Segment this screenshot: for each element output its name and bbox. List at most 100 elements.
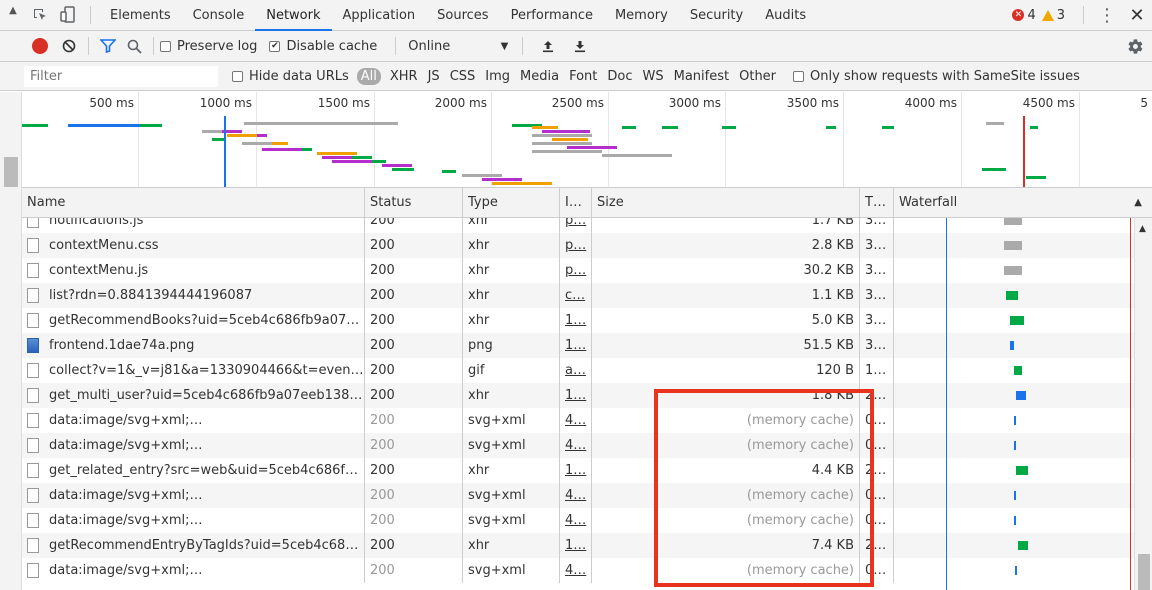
table-row[interactable]: frontend.1dae74a.png 200 png 1… 51.5 KB 3… (22, 333, 1134, 358)
overview-request-bar (492, 182, 552, 185)
request-initiator[interactable]: 1… (560, 308, 592, 333)
type-filter-other[interactable]: Other (734, 69, 781, 84)
filter-icon[interactable] (95, 31, 121, 62)
tab-security[interactable]: Security (679, 0, 754, 31)
export-har-icon[interactable] (567, 31, 593, 62)
clear-icon[interactable] (56, 31, 82, 62)
overview-gridline (608, 92, 609, 187)
tab-sources[interactable]: Sources (426, 0, 499, 31)
type-filter-css[interactable]: CSS (445, 69, 481, 84)
hide-data-urls-checkbox[interactable]: Hide data URLs (232, 69, 349, 84)
preserve-log-checkbox[interactable]: Preserve log (160, 39, 257, 54)
table-row[interactable]: data:image/svg+xml;… 200 svg+xml 4… (memory … (22, 508, 1134, 533)
inspect-element-icon[interactable] (26, 0, 54, 31)
throttling-select[interactable]: Online ▼ (408, 39, 508, 54)
table-row[interactable]: data:image/svg+xml;… 200 svg+xml 4… (memory … (22, 558, 1134, 583)
type-filter-media[interactable]: Media (515, 69, 564, 84)
document-file-icon (27, 513, 39, 528)
tab-memory[interactable]: Memory (604, 0, 679, 31)
type-filter-ws[interactable]: WS (638, 69, 669, 84)
panel-tabs: Elements Console Network Application Sources… (99, 0, 817, 31)
tab-application[interactable]: Application (332, 0, 427, 31)
column-header-size[interactable]: Size (592, 188, 860, 218)
waterfall-bar (1015, 566, 1017, 575)
search-icon[interactable] (121, 31, 147, 62)
request-type: svg+xml (463, 483, 560, 508)
tab-network[interactable]: Network (255, 0, 332, 31)
column-header-type[interactable]: Type (463, 188, 560, 218)
checkbox-unchecked[interactable] (232, 70, 243, 82)
table-row[interactable]: get_related_entry?src=web&uid=5ceb4c686f… (22, 458, 1134, 483)
request-initiator[interactable]: 1… (560, 458, 592, 483)
type-filter-all[interactable]: All (356, 67, 381, 85)
table-row[interactable]: data:image/svg+xml;… 200 svg+xml 4… (memory … (22, 433, 1134, 458)
timeline-overview[interactable]: 500 ms 1000 ms 1500 ms 2000 ms 2500 ms 3000 m… (22, 92, 1152, 188)
caret-up-icon[interactable]: ▲ (0, 5, 26, 16)
request-initiator[interactable]: 4… (560, 433, 592, 458)
type-filter-xhr[interactable]: XHR (385, 69, 423, 84)
scroll-up-icon[interactable]: ▲ (1139, 224, 1146, 234)
close-icon[interactable]: ✕ (1122, 5, 1152, 26)
disable-cache-checkbox[interactable]: ✔ Disable cache (269, 39, 377, 54)
table-row[interactable]: data:image/svg+xml;… 200 svg+xml 4… (memory … (22, 483, 1134, 508)
request-initiator[interactable]: 4… (560, 558, 592, 583)
request-initiator[interactable]: a… (560, 358, 592, 383)
request-initiator[interactable]: 4… (560, 408, 592, 433)
vertical-scrollbar[interactable]: ▲ (1134, 218, 1152, 590)
request-initiator[interactable]: 1… (560, 533, 592, 558)
request-name: data:image/svg+xml;… (22, 558, 365, 583)
request-initiator[interactable]: 1… (560, 383, 592, 408)
request-initiator[interactable]: 4… (560, 483, 592, 508)
request-initiator[interactable]: p… (560, 218, 592, 233)
type-filter-font[interactable]: Font (564, 69, 602, 84)
type-filter-img[interactable]: Img (480, 69, 515, 84)
request-status: 200 (365, 483, 463, 508)
column-header-status[interactable]: Status (365, 188, 463, 218)
request-initiator[interactable]: c… (560, 283, 592, 308)
more-options-icon[interactable]: ⋮ (1092, 5, 1122, 26)
request-initiator[interactable]: p… (560, 258, 592, 283)
filter-input[interactable] (24, 65, 218, 87)
type-filter-doc[interactable]: Doc (602, 69, 637, 84)
request-waterfall (894, 508, 1134, 533)
table-row[interactable]: data:image/svg+xml;… 200 svg+xml 4… (memory … (22, 408, 1134, 433)
samesite-checkbox[interactable]: Only show requests with SameSite issues (793, 69, 1080, 84)
table-row[interactable]: contextMenu.css 200 xhr p… 2.8 KB 3… (22, 233, 1134, 258)
warnings-badge[interactable]: 3 (1041, 8, 1065, 23)
vertical-scrollbar-thumb[interactable] (1138, 554, 1150, 590)
table-row[interactable]: collect?v=1&_v=j81&a=1330904466&t=event&… (22, 358, 1134, 383)
table-row[interactable]: contextMenu.js 200 xhr p… 30.2 KB 3… (22, 258, 1134, 283)
device-toolbar-icon[interactable] (54, 0, 82, 31)
import-har-icon[interactable] (535, 31, 561, 62)
tab-performance[interactable]: Performance (500, 0, 604, 31)
table-row[interactable]: list?rdn=0.8841394444196087 200 xhr c… 1.1 K… (22, 283, 1134, 308)
request-waterfall (894, 433, 1134, 458)
request-initiator[interactable]: 4… (560, 508, 592, 533)
request-initiator[interactable]: p… (560, 233, 592, 258)
record-button[interactable] (32, 38, 48, 54)
tab-console[interactable]: Console (182, 0, 256, 31)
document-file-icon (27, 218, 39, 228)
table-row[interactable]: getRecommendBooks?uid=5ceb4c686fb9a07e… 2… (22, 308, 1134, 333)
checkbox-checked[interactable]: ✔ (269, 40, 281, 52)
table-row[interactable]: getRecommendEntryByTagIds?uid=5ceb4c686f… (22, 533, 1134, 558)
overview-request-bar (982, 168, 1006, 171)
checkbox-unchecked[interactable] (160, 40, 171, 52)
column-header-waterfall[interactable]: Waterfall ▲ (894, 188, 1152, 218)
column-header-time[interactable]: T… (860, 188, 894, 218)
settings-gear-icon[interactable] (1118, 38, 1152, 55)
table-row[interactable]: get_multi_user?uid=5ceb4c686fb9a07eeb138… (22, 383, 1134, 408)
column-header-name[interactable]: Name (22, 188, 365, 218)
column-header-initiator[interactable]: I… (560, 188, 592, 218)
tab-audits[interactable]: Audits (754, 0, 817, 31)
tab-elements[interactable]: Elements (99, 0, 182, 31)
type-filter-js[interactable]: JS (423, 69, 445, 84)
checkbox-unchecked[interactable] (793, 70, 805, 82)
left-scrollbar-thumb[interactable] (4, 157, 18, 187)
type-filter-manifest[interactable]: Manifest (669, 69, 734, 84)
overview-request-bar (722, 126, 736, 129)
request-initiator[interactable]: 1… (560, 333, 592, 358)
request-name-text: list?rdn=0.8841394444196087 (49, 288, 253, 303)
errors-badge[interactable]: ✕ 4 (1012, 8, 1036, 23)
table-row[interactable]: notifications.js 200 xhr p… 1.7 KB 3… (22, 218, 1134, 233)
